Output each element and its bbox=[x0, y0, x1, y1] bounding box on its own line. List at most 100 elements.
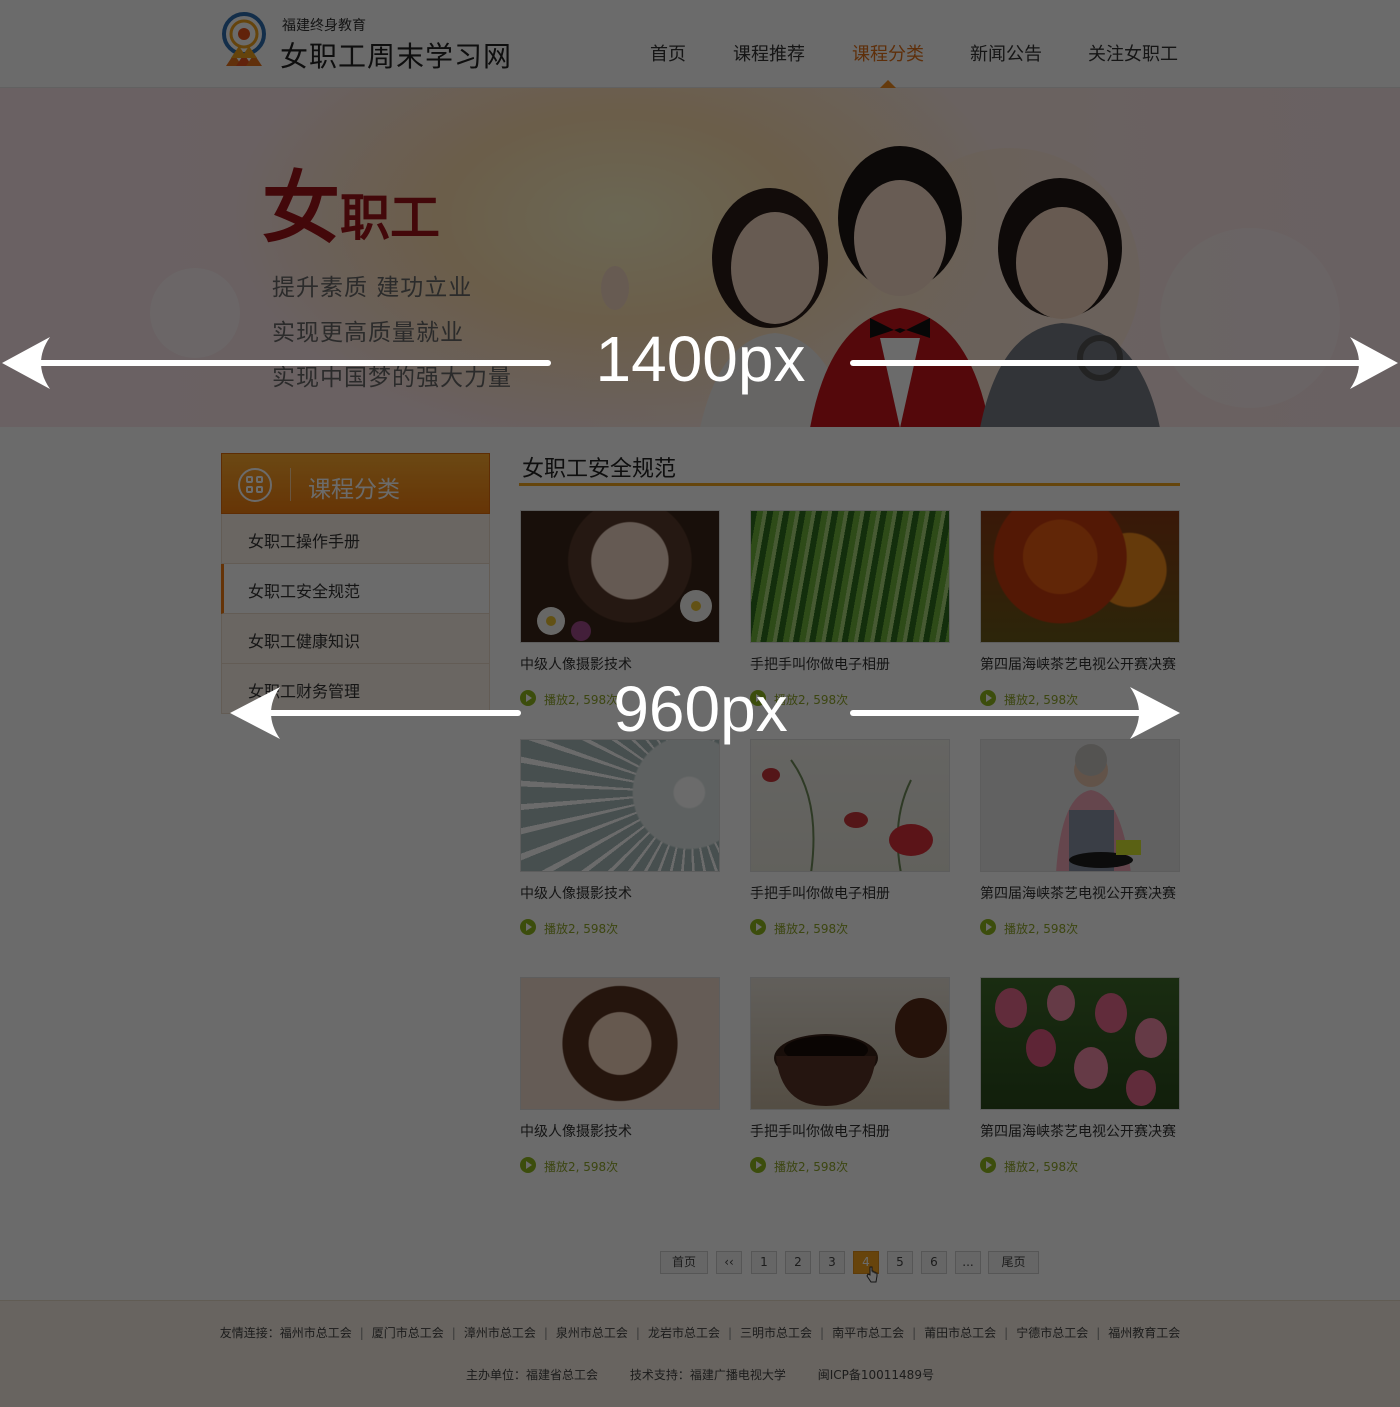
friend-link[interactable]: 泉州市总工会 bbox=[556, 1326, 628, 1340]
sidebar-item-operation-manual[interactable]: 女职工操作手册 bbox=[221, 514, 490, 564]
sidebar-item-label: 女职工操作手册 bbox=[248, 532, 361, 551]
course-thumbnail[interactable] bbox=[980, 739, 1180, 872]
play-count-text: 播放2, 598次 bbox=[1004, 922, 1079, 936]
grid-icon bbox=[238, 468, 272, 502]
friend-link[interactable]: 宁德市总工会 bbox=[1016, 1326, 1088, 1340]
banner-headline: 女职工 bbox=[262, 146, 440, 258]
pagination-page-3[interactable]: 3 bbox=[819, 1251, 845, 1274]
friend-link[interactable]: 龙岩市总工会 bbox=[648, 1326, 720, 1340]
play-icon[interactable] bbox=[980, 1157, 996, 1173]
sidebar-header: 课程分类 bbox=[221, 453, 490, 514]
section-title: 女职工安全规范 bbox=[522, 457, 677, 482]
footer-tech-support: 技术支持：福建广播电视大学 bbox=[629, 1368, 786, 1382]
course-thumbnail[interactable] bbox=[980, 510, 1180, 643]
course-thumbnail[interactable] bbox=[750, 510, 950, 643]
friend-link[interactable]: 福州教育工会 bbox=[1108, 1326, 1180, 1340]
friend-link[interactable]: 莆田市总工会 bbox=[924, 1326, 996, 1340]
play-icon[interactable] bbox=[520, 690, 536, 706]
play-count-text: 播放2, 598次 bbox=[1004, 693, 1079, 707]
sidebar-title: 课程分类 bbox=[308, 477, 400, 503]
friend-links-label: 友情连接： bbox=[219, 1326, 280, 1340]
sidebar-item-finance[interactable]: 女职工财务管理 bbox=[221, 664, 490, 714]
play-count-text: 播放2, 598次 bbox=[544, 922, 619, 936]
site-logo[interactable]: 福建终身教育 女职工周末学习网 bbox=[220, 10, 540, 74]
section-title-underline bbox=[519, 483, 1180, 486]
pagination-page-6[interactable]: 6 bbox=[921, 1251, 947, 1274]
course-title[interactable]: 手把手叫你做电子相册 bbox=[750, 1121, 890, 1141]
sidebar-item-label: 女职工健康知识 bbox=[248, 632, 361, 651]
logo-subtitle: 福建终身教育 bbox=[282, 18, 366, 34]
pagination-last-button[interactable]: 尾页 bbox=[988, 1251, 1039, 1274]
banner-slogan-1: 提升素质 建功立业 bbox=[272, 275, 473, 301]
play-icon[interactable] bbox=[520, 1157, 536, 1173]
play-count-text: 播放2, 598次 bbox=[774, 1160, 849, 1174]
course-thumbnail[interactable] bbox=[750, 977, 950, 1110]
friend-link[interactable]: 厦门市总工会 bbox=[372, 1326, 444, 1340]
pagination-ellipsis: ... bbox=[955, 1251, 981, 1274]
logo-emblem-icon bbox=[222, 12, 266, 66]
site-footer bbox=[0, 1300, 1400, 1407]
course-thumbnail[interactable] bbox=[520, 739, 720, 872]
course-thumbnail[interactable] bbox=[750, 739, 950, 872]
course-title[interactable]: 第四届海峡茶艺电视公开赛决赛 bbox=[980, 654, 1176, 674]
play-icon[interactable] bbox=[980, 690, 996, 706]
pagination-first-button[interactable]: 首页 bbox=[660, 1251, 708, 1274]
friend-link[interactable]: 漳州市总工会 bbox=[464, 1326, 536, 1340]
nav-home[interactable]: 首页 bbox=[650, 40, 686, 66]
banner-headline-small: 职工 bbox=[340, 188, 441, 247]
course-title[interactable]: 第四届海峡茶艺电视公开赛决赛 bbox=[980, 883, 1176, 903]
footer-sponsor: 主办单位：福建省总工会 bbox=[466, 1368, 599, 1382]
poppy-icon bbox=[762, 759, 933, 871]
course-thumbnail[interactable] bbox=[520, 977, 720, 1110]
bell-flower-icon bbox=[995, 985, 1167, 1106]
content-width-label: 960px bbox=[613, 673, 788, 745]
play-count-text: 播放2, 598次 bbox=[1004, 1160, 1079, 1174]
friend-link[interactable]: 南平市总工会 bbox=[832, 1326, 904, 1340]
play-icon[interactable] bbox=[750, 1157, 766, 1173]
play-icon[interactable] bbox=[750, 919, 766, 935]
friend-link[interactable]: 福州市总工会 bbox=[280, 1326, 352, 1340]
play-count-text: 播放2, 598次 bbox=[544, 1160, 619, 1174]
course-title[interactable]: 手把手叫你做电子相册 bbox=[750, 883, 890, 903]
course-title[interactable]: 第四届海峡茶艺电视公开赛决赛 bbox=[980, 1121, 1176, 1141]
main-nav: 首页 课程推荐 课程分类 新闻公告 关注女职工 bbox=[630, 0, 1200, 88]
cook-icon bbox=[1056, 744, 1141, 871]
friend-link[interactable]: 三明市总工会 bbox=[740, 1326, 812, 1340]
banner-glow bbox=[150, 268, 240, 358]
nav-active-caret-icon bbox=[880, 80, 896, 88]
hand-cursor-icon bbox=[866, 1266, 878, 1283]
site-header: 福建终身教育 女职工周末学习网 首页 课程推荐 课程分类 新闻公告 关注女职工 bbox=[0, 0, 1400, 88]
pagination-page-1[interactable]: 1 bbox=[751, 1251, 777, 1274]
pagination-prev-button[interactable]: ‹‹ bbox=[716, 1251, 742, 1274]
banner-slogan-2: 实现更高质量就业 bbox=[272, 320, 464, 346]
footer-icp[interactable]: 闽ICP备10011489号 bbox=[818, 1368, 934, 1382]
course-thumbnail[interactable] bbox=[520, 510, 720, 643]
page-width-label: 1400px bbox=[595, 323, 806, 395]
course-thumbnail[interactable] bbox=[980, 977, 1180, 1110]
pagination-page-2[interactable]: 2 bbox=[785, 1251, 811, 1274]
banner-headline-big: 女 bbox=[262, 163, 341, 254]
flower-icon bbox=[537, 590, 712, 641]
coffee-cup-icon bbox=[774, 998, 947, 1106]
play-count-text: 播放2, 598次 bbox=[774, 922, 849, 936]
course-title[interactable]: 中级人像摄影技术 bbox=[520, 1121, 632, 1141]
friend-links: 友情连接：福州市总工会 | 厦门市总工会 | 漳州市总工会 | 泉州市总工会 | 龙岩市总工会 |… bbox=[219, 1326, 1181, 1340]
sidebar-item-label: 女职工财务管理 bbox=[248, 682, 361, 701]
nav-course-categories[interactable]: 课程分类 bbox=[852, 40, 924, 66]
course-title[interactable]: 中级人像摄影技术 bbox=[520, 654, 632, 674]
sidebar-header-divider bbox=[290, 468, 291, 501]
nav-news[interactable]: 新闻公告 bbox=[970, 40, 1042, 66]
play-icon[interactable] bbox=[980, 919, 996, 935]
sidebar-item-health[interactable]: 女职工健康知识 bbox=[221, 614, 490, 664]
play-icon[interactable] bbox=[520, 919, 536, 935]
sidebar-item-safety-rules[interactable]: 女职工安全规范 bbox=[221, 564, 490, 614]
nav-follow[interactable]: 关注女职工 bbox=[1088, 40, 1178, 66]
sidebar-item-label: 女职工安全规范 bbox=[248, 582, 361, 601]
nav-recommended-courses[interactable]: 课程推荐 bbox=[733, 40, 805, 66]
category-sidebar: 课程分类 女职工操作手册 女职工安全规范 女职工健康知识 女职工财务管理 bbox=[221, 453, 490, 715]
pagination-page-5[interactable]: 5 bbox=[887, 1251, 913, 1274]
course-title[interactable]: 手把手叫你做电子相册 bbox=[750, 654, 890, 674]
banner-slogan-3: 实现中国梦的强大力量 bbox=[272, 365, 512, 391]
footer-info: 主办单位：福建省总工会 技术支持：福建广播电视大学 闽ICP备10011489号 bbox=[0, 1366, 1400, 1383]
course-title[interactable]: 中级人像摄影技术 bbox=[520, 883, 632, 903]
